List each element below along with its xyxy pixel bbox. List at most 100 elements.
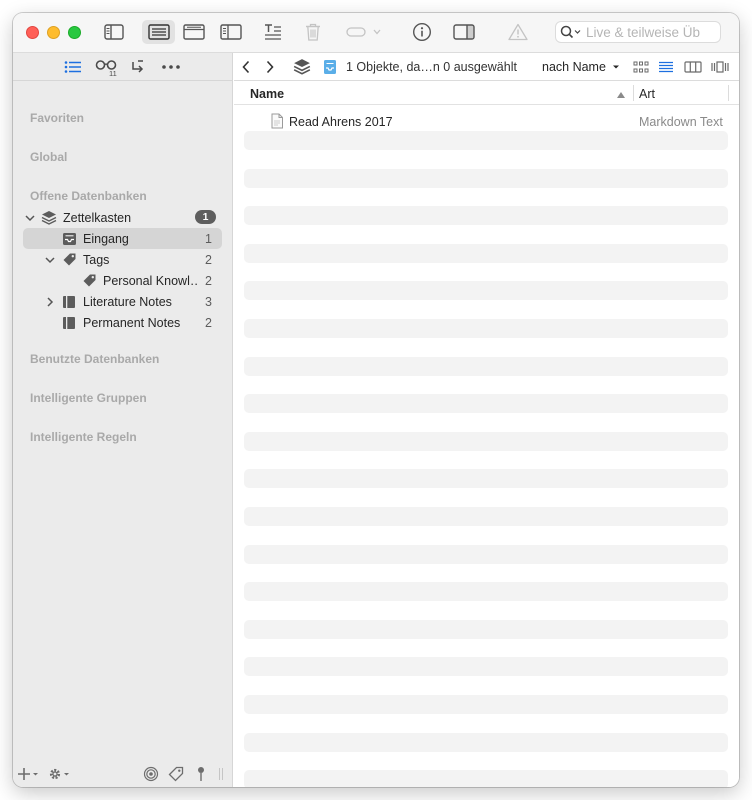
icon-view-button[interactable] [632,59,650,75]
pin-button[interactable] [194,765,208,783]
info-icon [412,22,432,42]
toggle-inspector-button[interactable] [452,20,476,44]
app-window: 11 Favoriten Global Offene Datenbanken Z… [13,13,739,787]
list-layout-button[interactable] [142,20,175,44]
list-layout-icon [147,24,170,40]
glasses-count: 11 [109,69,117,78]
section-global[interactable]: Global [30,150,67,164]
empty-row [244,281,728,301]
item-count: 2 [205,315,212,330]
tab-import[interactable] [129,57,147,77]
sidebar-item-zettelkasten[interactable]: Zettelkasten 1 [23,207,222,228]
search-field[interactable] [555,21,721,43]
item-count: 1 [205,231,212,246]
resize-handle[interactable] [216,765,226,783]
column-view-button[interactable] [683,59,703,75]
empty-row [244,657,728,677]
empty-row [244,770,728,787]
pin-icon [198,767,204,781]
empty-row [244,732,728,752]
unread-badge: 1 [195,210,216,224]
column-layout-button[interactable] [218,20,244,44]
tag-button[interactable] [167,765,185,783]
selection-status: 1 Objekte, da…n 0 ausgewählt [346,60,517,74]
section-smart-rules[interactable]: Intelligente Regeln [30,430,137,444]
chevron-right-icon[interactable] [45,291,55,312]
empty-row [244,131,728,150]
empty-row [244,469,728,489]
empty-row [244,695,728,714]
sidebar-item-tag-personal-knowledge[interactable]: Personal Knowl… 2 [23,270,222,291]
sort-dropdown[interactable]: nach Name [542,60,620,74]
label-menu-button[interactable] [346,20,386,44]
item-count: 2 [205,252,212,267]
cover-flow-icon [711,61,729,73]
chevron-left-icon [242,60,250,74]
column-divider[interactable] [728,85,729,101]
sidebar-item-inbox[interactable]: Eingang 1 [23,228,222,249]
add-menu-button[interactable] [18,765,40,783]
tab-navigate[interactable] [63,57,83,77]
document-row[interactable]: Read Ahrens 2017 Markdown Text [244,112,728,131]
cover-flow-button[interactable] [710,59,730,75]
section-used-databases[interactable]: Benutzte Datenbanken [30,352,159,366]
sidebar-item-label: Zettelkasten [63,210,132,225]
back-button[interactable] [238,57,254,77]
empty-row [244,243,728,263]
item-count: 2 [205,273,212,288]
chevron-down-icon[interactable] [25,207,35,228]
empty-row [244,619,728,639]
tab-more[interactable] [159,57,183,77]
more-icon [162,65,180,69]
document-kind: Markdown Text [639,115,723,129]
column-header-name[interactable]: Name [250,87,284,101]
grid-icon [633,61,649,73]
tag-outline-icon [168,766,184,782]
action-menu-button[interactable] [48,765,72,783]
item-count: 3 [205,294,212,309]
inbox-icon [324,60,336,74]
delete-button[interactable] [303,20,323,44]
toggle-sidebar-button[interactable] [101,20,127,44]
chevron-down-icon[interactable] [45,249,55,270]
warning-button[interactable] [507,20,529,44]
column-divider[interactable] [633,85,634,101]
gear-icon [49,768,69,780]
info-button[interactable] [411,20,433,44]
list-view-button[interactable] [657,59,675,75]
search-input[interactable] [586,24,716,40]
empty-row [244,507,728,526]
column-layout-icon [220,24,242,40]
inspector-icon [453,24,475,40]
section-favorites[interactable]: Favoriten [30,111,84,125]
database-stack-icon [293,59,311,75]
search-icon [560,25,581,39]
sidebar-item-label: Eingang [83,231,129,246]
section-smart-groups[interactable]: Intelligente Gruppen [30,391,147,405]
column-header-kind[interactable]: Art [639,87,655,101]
text-format-icon [265,24,281,40]
empty-row [244,356,728,376]
close-window-button[interactable] [26,26,39,39]
list-lines-icon [659,61,673,73]
target-button[interactable] [142,765,160,783]
dropdown-arrow-icon [612,65,619,69]
section-open-databases[interactable]: Offene Datenbanken [30,189,147,203]
sidebar-item-label: Tags [83,252,110,267]
split-layout-button[interactable] [181,20,207,44]
database-path-button[interactable] [292,57,312,77]
empty-row [244,168,728,188]
sidebar-item-literature-notes[interactable]: Literature Notes 3 [23,291,222,312]
zoom-window-button[interactable] [68,26,81,39]
sidebar-item-permanent-notes[interactable]: Permanent Notes 2 [23,312,222,333]
forward-button[interactable] [262,57,278,77]
sidebar-item-tags[interactable]: Tags 2 [23,249,222,270]
sidebar-icon [104,24,124,40]
minimize-window-button[interactable] [47,26,60,39]
document-name: Read Ahrens 2017 [289,115,393,129]
navigation-bar: 1 Objekte, da…n 0 ausgewählt nach Name [234,53,739,81]
inbox-path-button[interactable] [322,57,338,77]
format-text-button[interactable] [261,20,285,44]
sidebar-item-label: Literature Notes [83,294,172,309]
tab-reading-list[interactable]: 11 [95,57,119,78]
